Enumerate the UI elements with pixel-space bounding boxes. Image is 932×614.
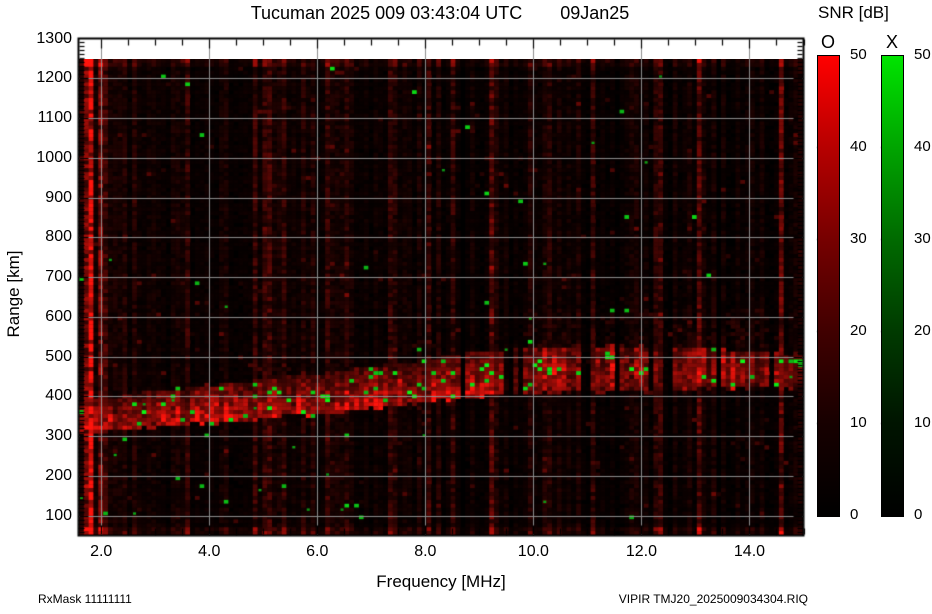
colorbar-tick-label: 30 [850,230,867,247]
colorbar-tick-label: 10 [914,414,931,431]
y-tick-label: 600 [45,307,72,325]
colorbar-tick-label: 40 [850,138,867,155]
y-tick-label: 300 [45,427,72,445]
ionogram-heatmap [79,59,803,535]
y-tick-label: 1300 [36,29,72,47]
y-tick-label: 900 [45,188,72,206]
y-tick-label: 700 [45,268,72,286]
data-file-label: VIPIR TMJ20_2025009034304.RIQ [618,592,808,606]
colorbar-title: SNR [dB] [818,3,889,22]
colorbar-tick-label: 20 [914,322,931,339]
y-tick-label: 800 [45,228,72,246]
y-tick-label: 200 [45,466,72,484]
y-tick-label: 1100 [37,109,72,127]
x-axis-title: Frequency [MHz] [376,572,506,591]
x-tick-label: 4.0 [198,543,221,560]
y-tick-label: 1200 [36,69,72,87]
x-tick-label: 8.0 [414,543,437,560]
y-tick-label: 400 [45,387,72,405]
x-tick-label: 6.0 [306,543,329,560]
colorbar-tick-label: 40 [914,138,931,155]
x-tick-label: 12.0 [625,543,657,560]
y-tick-label: 500 [45,347,72,365]
colorbar-tick-label: 50 [850,46,867,63]
ionogram-figure: Tucuman 2025 009 03:43:04 UTC 09Jan25 Ra… [0,0,932,614]
y-tick-label: 1000 [36,148,72,166]
colorbar-o-label: O [820,32,835,52]
colorbar-tick-label: 30 [914,230,931,247]
colorbar-tick-label: 50 [914,46,931,63]
title-station-time: Tucuman 2025 009 03:43:04 UTC [250,3,523,23]
x-tick-label: 14.0 [733,543,766,560]
figure-title: Tucuman 2025 009 03:43:04 UTC 09Jan25 [0,3,880,24]
colorbar-o-gradient [817,55,840,517]
x-tick-label: 10.0 [517,543,549,560]
title-date: 09Jan25 [560,3,630,23]
colorbar-tick-label: 0 [850,506,859,523]
rxmask-label: RxMask 11111111 [38,592,132,606]
y-axis-title: Range [km] [4,250,23,338]
colorbar-tick-label: 20 [850,322,867,339]
colorbar-tick-label: 10 [850,414,867,431]
colorbar-x-label: X [885,32,898,52]
colorbar-x-gradient [881,55,904,517]
colorbar-tick-label: 0 [914,506,923,523]
y-tick-label: 100 [45,506,72,524]
x-tick-label: 2.0 [90,543,113,560]
